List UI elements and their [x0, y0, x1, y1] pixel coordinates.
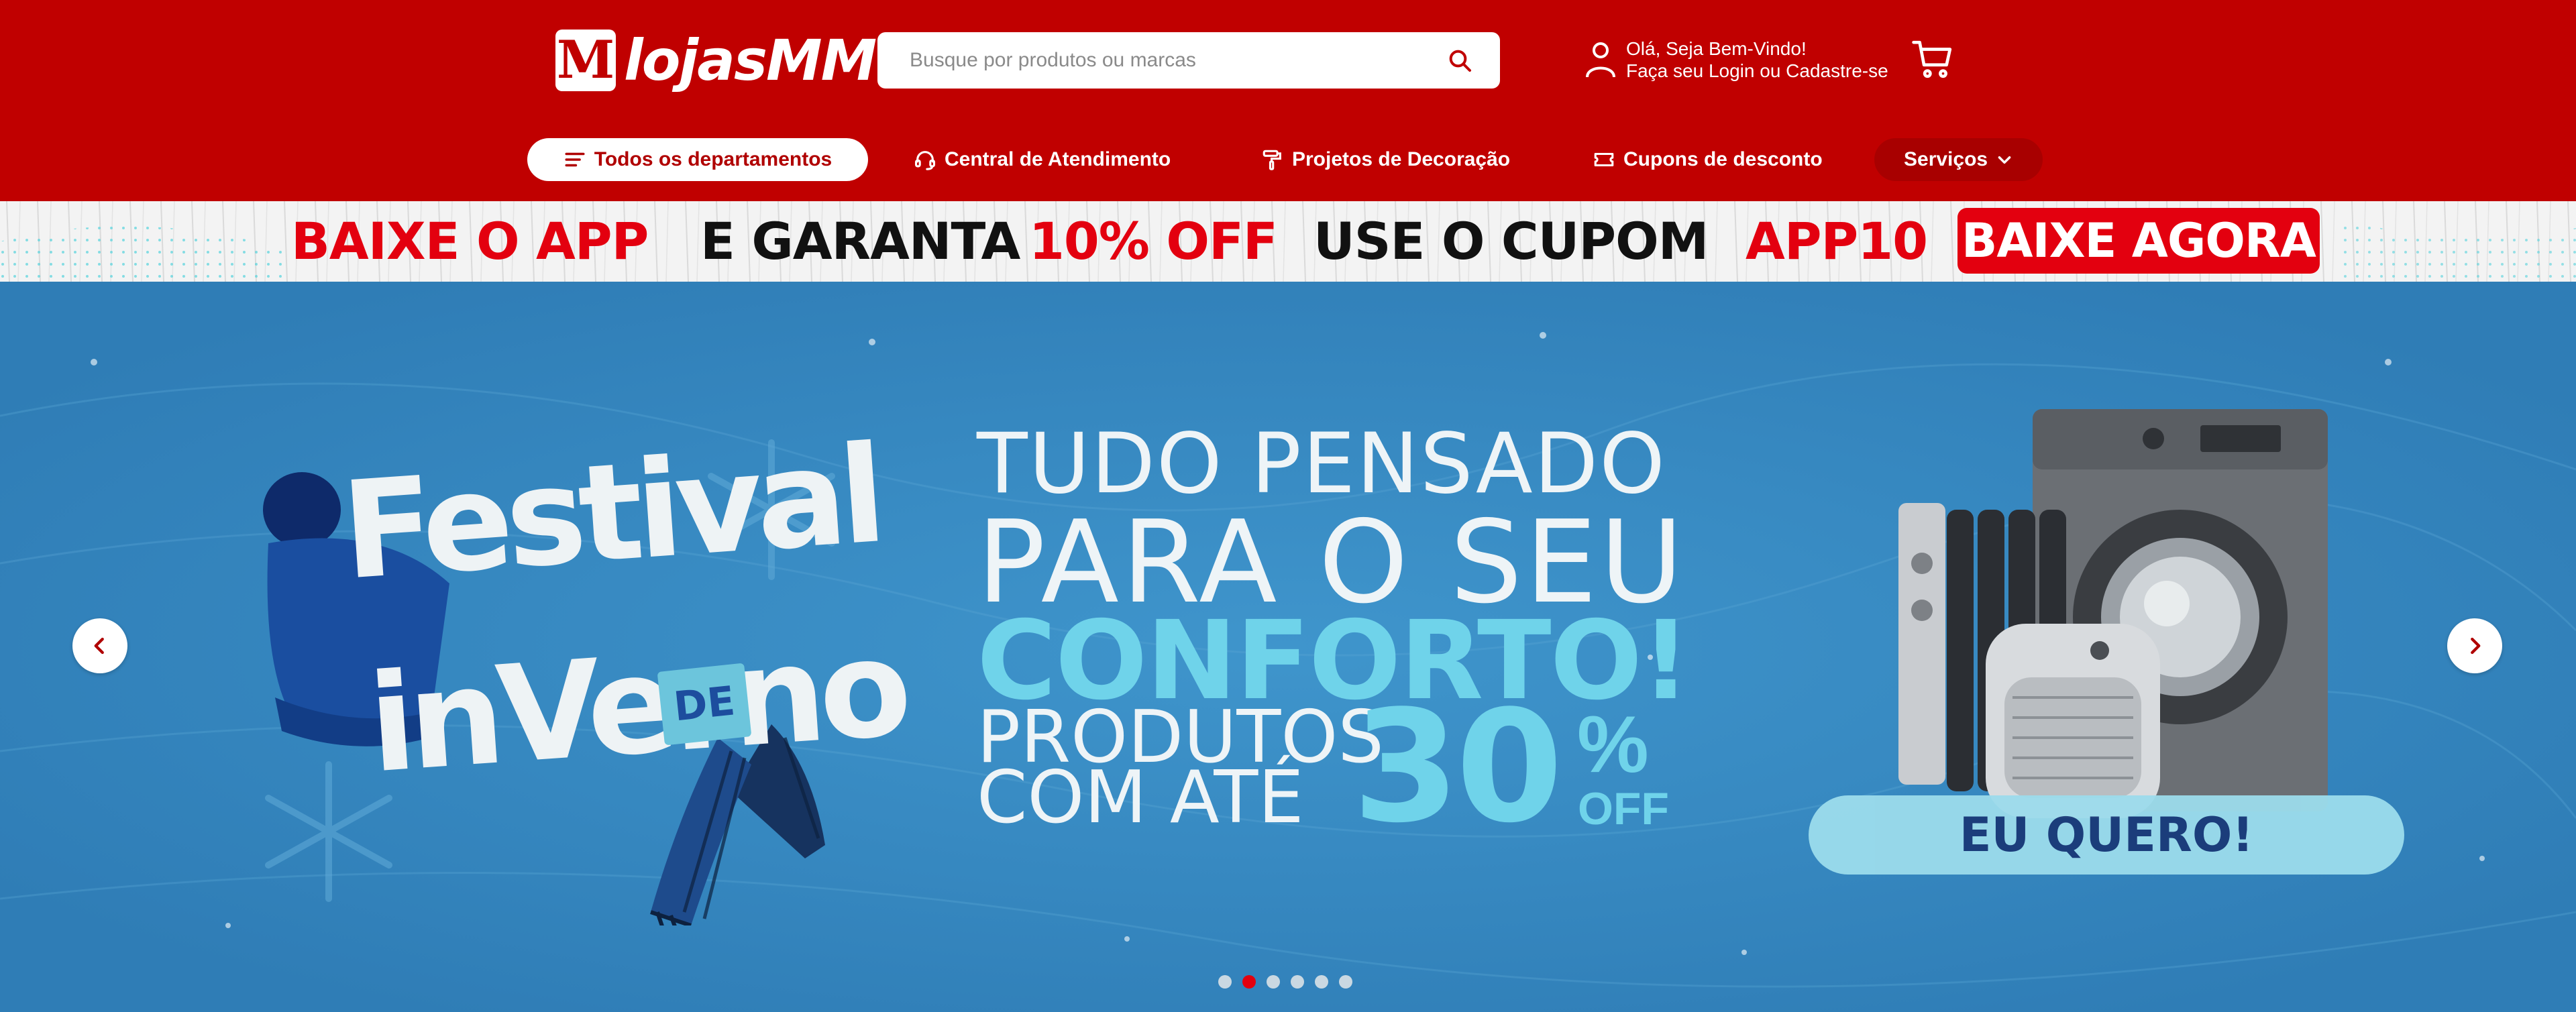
nav-label: Todos os departamentos [594, 148, 833, 170]
nav-all-departments[interactable]: Todos os departamentos [527, 138, 868, 181]
headline-line-5: COM ATÉ [977, 756, 1304, 840]
appliances-image [1898, 409, 2328, 818]
carousel-dot[interactable] [1218, 975, 1232, 989]
discount-value: 30 [1352, 678, 1563, 857]
chevron-down-icon [1998, 156, 2011, 164]
eu-quero-button[interactable]: EU QUERO! [1809, 795, 2404, 875]
menu-icon [565, 152, 585, 167]
logo[interactable]: M lojasMM [555, 27, 877, 94]
app-promo-banner[interactable]: BAIXE O APP E GARANTA 10% OFF USE O CUPO… [0, 201, 2576, 282]
promo-coupon-code: APP10 [1746, 211, 1928, 271]
carousel-dot[interactable] [1339, 975, 1352, 989]
account-link[interactable]: Olá, Seja Bem-Vindo! Faça seu Login ou C… [1585, 36, 1888, 83]
search-icon[interactable] [1446, 47, 1473, 74]
carousel-dot[interactable] [1291, 975, 1304, 989]
promo-text-download-app: BAIXE O APP [291, 211, 649, 271]
discount-percent-sign: % [1577, 699, 1649, 789]
headset-icon [914, 151, 936, 170]
nav-services[interactable]: Serviços [1874, 138, 2043, 181]
festival-de-tag: DE [657, 663, 752, 746]
chevron-right-icon [2471, 637, 2481, 655]
carousel-dots [1218, 975, 1352, 989]
chevron-left-icon [94, 637, 104, 655]
search-bar [877, 32, 1500, 89]
paint-roller-icon [1263, 150, 1281, 170]
user-icon [1586, 42, 1615, 78]
carousel-next-button[interactable] [2447, 618, 2502, 673]
discount-off-label: OFF [1578, 783, 1669, 834]
promo-text-discount: 10% OFF [1029, 211, 1278, 271]
nav-decoration-projects[interactable]: Projetos de Decoração [1261, 138, 1510, 181]
search-input[interactable] [910, 49, 1446, 72]
account-greeting: Olá, Seja Bem-Vindo! [1626, 38, 1807, 59]
promo-text-guarantee: E GARANTA [700, 211, 1020, 271]
download-now-button[interactable]: BAIXE AGORA [1957, 208, 2320, 274]
nav-label: Serviços [1904, 148, 1988, 170]
nav-label: Projetos de Decoração [1292, 148, 1511, 170]
nav-coupons[interactable]: Cupons de desconto [1593, 138, 1823, 181]
promo-text-use-coupon: USE O CUPOM [1313, 211, 1709, 271]
carousel-dot[interactable] [1315, 975, 1328, 989]
nav-label: Cupons de desconto [1623, 148, 1823, 170]
festival-artwork: Festival inVerno DE [248, 416, 932, 925]
account-login-text[interactable]: Faça seu Login ou Cadastre-se [1626, 60, 1888, 82]
nav-customer-service[interactable]: Central de Atendimento [914, 138, 1171, 181]
nav-label: Central de Atendimento [945, 148, 1171, 170]
ticket-icon [1594, 152, 1614, 167]
carousel-prev-button[interactable] [72, 618, 127, 673]
site-header: M lojasMM Olá, Seja Bem-Vindo! Faça seu … [0, 0, 2576, 201]
hero-carousel[interactable]: Festival inVerno DE TUDO PENSADO PARA O … [0, 282, 2576, 1012]
cart-icon[interactable] [1912, 39, 1953, 80]
carousel-dot[interactable] [1242, 975, 1256, 989]
main-nav: Todos os departamentos Central de Atendi… [0, 138, 2576, 181]
logo-text: lojasMM [624, 27, 877, 93]
carousel-dot[interactable] [1267, 975, 1280, 989]
festival-inverno-word: inVerno [364, 610, 910, 803]
festival-title: Festival inVerno [337, 416, 910, 803]
logo-mark: M [555, 30, 616, 91]
